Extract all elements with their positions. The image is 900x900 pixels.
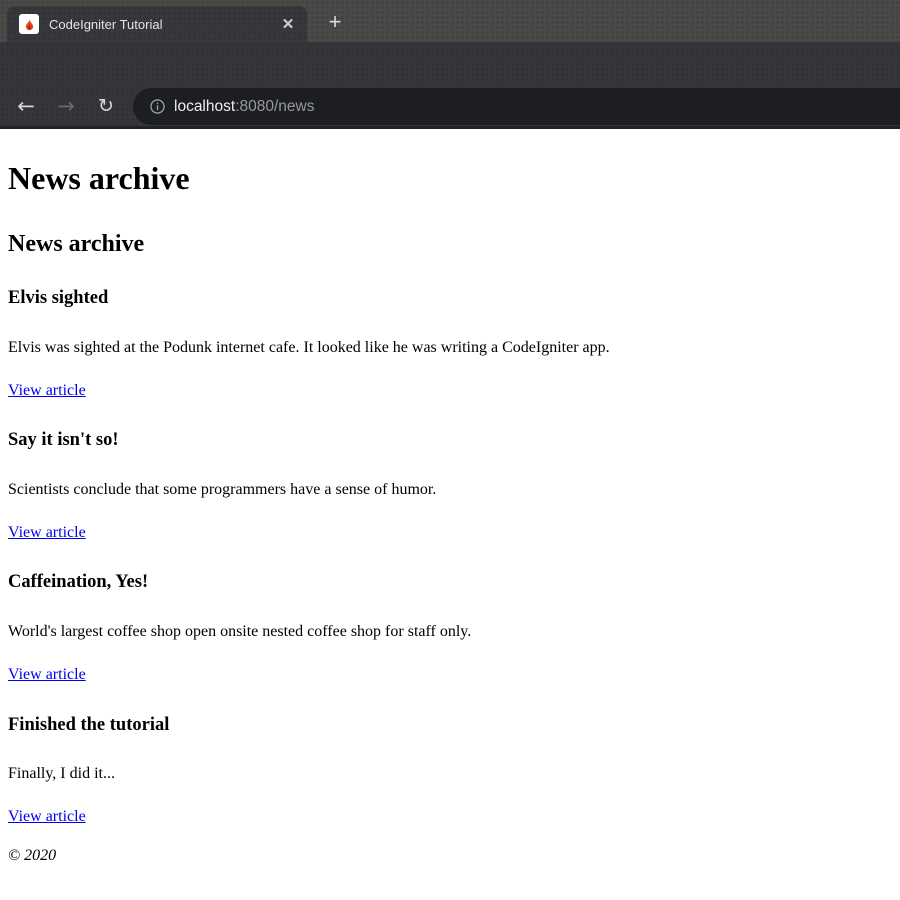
news-article: Elvis sighted Elvis was sighted at the P… <box>8 288 892 400</box>
page-title: News archive <box>8 160 892 197</box>
tab-close-button[interactable]: ✕ <box>277 13 299 35</box>
copyright-footer: © 2020 <box>8 847 892 865</box>
view-article-link[interactable]: View article <box>8 808 86 825</box>
back-arrow-icon: ← <box>17 94 35 118</box>
flame-icon <box>22 17 37 32</box>
article-title: Elvis sighted <box>8 288 892 309</box>
back-button[interactable]: ← <box>8 88 44 124</box>
reload-button[interactable]: ↻ <box>88 88 124 124</box>
close-icon: ✕ <box>282 15 295 33</box>
article-body: Elvis was sighted at the Podunk internet… <box>8 339 892 357</box>
view-article-link[interactable]: View article <box>8 666 86 683</box>
section-heading: News archive <box>8 231 892 259</box>
news-article: Caffeination, Yes! World's largest coffe… <box>8 572 892 684</box>
tab-title: CodeIgniter Tutorial <box>49 17 277 32</box>
forward-arrow-icon: → <box>57 94 75 118</box>
reload-icon: ↻ <box>98 95 114 117</box>
article-title: Finished the tutorial <box>8 715 892 736</box>
article-title: Caffeination, Yes! <box>8 572 892 593</box>
window-frame: CodeIgniter Tutorial ✕ + <box>0 0 900 42</box>
page-content: News archive News archive Elvis sighted … <box>0 129 900 900</box>
article-body: Scientists conclude that some programmer… <box>8 481 892 499</box>
address-bar[interactable]: localhost:8080/news <box>133 88 900 125</box>
page-info-button[interactable] <box>146 96 168 118</box>
plus-icon: + <box>329 9 342 35</box>
info-icon <box>148 97 167 116</box>
news-article: Finished the tutorial Finally, I did it.… <box>8 715 892 827</box>
url-path: :8080/news <box>235 98 314 115</box>
article-body: World's largest coffee shop open onsite … <box>8 623 892 641</box>
view-article-link[interactable]: View article <box>8 524 86 541</box>
forward-button[interactable]: → <box>48 88 84 124</box>
article-body: Finally, I did it... <box>8 765 892 783</box>
url-host: localhost <box>174 98 235 115</box>
browser-tab[interactable]: CodeIgniter Tutorial ✕ <box>7 6 307 42</box>
news-article: Say it isn't so! Scientists conclude tha… <box>8 430 892 542</box>
url-text: localhost:8080/news <box>174 98 314 116</box>
browser-toolbar: ← → ↻ localhost:8080/news <box>0 42 900 126</box>
codeigniter-favicon <box>19 14 39 34</box>
new-tab-button[interactable]: + <box>320 7 350 37</box>
view-article-link[interactable]: View article <box>8 382 86 399</box>
article-title: Say it isn't so! <box>8 430 892 451</box>
